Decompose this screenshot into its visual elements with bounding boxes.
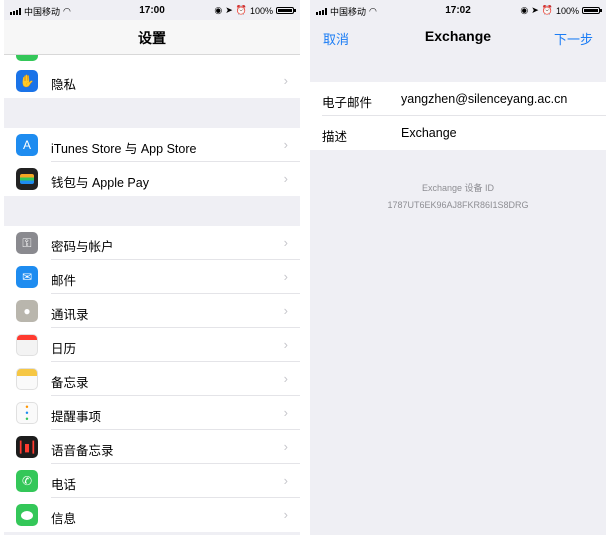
app-store-icon: A [16, 134, 38, 156]
chevron-right-icon: › [283, 137, 288, 152]
chevron-right-icon: › [283, 337, 288, 352]
item-label: 隐私 [51, 78, 77, 92]
settings-item-calendar[interactable]: 日历 › [4, 328, 300, 362]
wallet-icon [16, 168, 38, 190]
app-icon [16, 55, 38, 61]
settings-item-phone[interactable]: ✆ 电话 › [4, 464, 300, 498]
exchange-screen: 中国移动 ◠ 17:02 ◉ ➤ ⏰ 100% 取消 Exchange 下一步 … [310, 0, 606, 535]
email-value[interactable]: yangzhen@silenceyang.ac.cn [401, 92, 567, 106]
voice-memos-icon: ┃▮┃ [16, 436, 38, 458]
description-field[interactable]: 描述 Exchange [310, 116, 606, 150]
settings-item-contacts[interactable]: ● 通讯录 › [4, 294, 300, 328]
settings-item-mail[interactable]: ✉ 邮件 › [4, 260, 300, 294]
item-label: 信息 [51, 512, 77, 526]
item-label: iTunes Store 与 App Store [51, 142, 197, 156]
location-icon: ➤ [225, 5, 233, 15]
item-label: 密码与帐户 [51, 240, 114, 254]
reminders-icon: • • • [16, 402, 38, 424]
settings-item-voice-memos[interactable]: ┃▮┃ 语音备忘录 › [4, 430, 300, 464]
status-bar: 中国移动 ◠ 17:00 ◉ ➤ ⏰ 100% [4, 0, 300, 20]
chevron-right-icon: › [283, 507, 288, 522]
chevron-right-icon: › [283, 269, 288, 284]
chevron-right-icon: › [283, 473, 288, 488]
chevron-right-icon: › [283, 405, 288, 420]
description-value[interactable]: Exchange [401, 126, 457, 140]
key-icon: ⚿ [16, 232, 38, 254]
next-button[interactable]: 下一步 [554, 29, 593, 48]
alarm-icon: ⏰ [541, 5, 553, 15]
settings-item-messages[interactable]: 信息 › [4, 498, 300, 532]
contacts-icon: ● [16, 300, 38, 322]
item-label: 日历 [51, 342, 77, 356]
nav-bar: 设置 [4, 20, 300, 55]
item-label: 电话 [51, 478, 77, 492]
item-label: 备忘录 [51, 376, 89, 390]
chevron-right-icon: › [283, 73, 288, 88]
settings-item-wallet[interactable]: 钱包与 Apple Pay › [4, 162, 300, 196]
item-label: 钱包与 Apple Pay [51, 176, 149, 190]
mail-icon: ✉ [16, 266, 38, 288]
battery-percent: 100% [249, 5, 273, 16]
status-bar: 中国移动 ◠ 17:02 ◉ ➤ ⏰ 100% [310, 0, 606, 20]
notes-icon [16, 368, 38, 390]
messages-icon [16, 504, 38, 526]
battery-icon [276, 7, 296, 14]
chevron-right-icon: › [283, 303, 288, 318]
calendar-icon [16, 334, 38, 356]
list-item-partial [4, 55, 300, 64]
email-label: 电子邮件 [322, 96, 373, 110]
item-label: 邮件 [51, 274, 77, 288]
device-id-value: 1787UT6EK96AJ8FKR86I1S8DRG [387, 200, 529, 210]
item-label: 语音备忘录 [51, 444, 114, 458]
nav-bar: 取消 Exchange 下一步 [310, 20, 606, 54]
chevron-right-icon: › [283, 235, 288, 250]
settings-screen: 中国移动 ◠ 17:00 ◉ ➤ ⏰ 100% 设置 ✋ 隐私 › A iTun… [4, 0, 300, 535]
rotation-lock-icon: ◉ [520, 5, 529, 15]
chevron-right-icon: › [283, 171, 288, 186]
page-title: 设置 [138, 30, 166, 46]
alarm-icon: ⏰ [235, 5, 247, 15]
battery-icon [582, 7, 602, 14]
settings-item-privacy[interactable]: ✋ 隐私 › [4, 64, 300, 98]
email-field[interactable]: 电子邮件 yangzhen@silenceyang.ac.cn [310, 82, 606, 116]
settings-item-itunes-app-store[interactable]: A iTunes Store 与 App Store › [4, 128, 300, 162]
settings-item-passwords-accounts[interactable]: ⚿ 密码与帐户 › [4, 226, 300, 260]
phone-icon: ✆ [16, 470, 38, 492]
chevron-right-icon: › [283, 439, 288, 454]
settings-item-notes[interactable]: 备忘录 › [4, 362, 300, 396]
item-label: 通讯录 [51, 308, 89, 322]
settings-item-reminders[interactable]: • • • 提醒事项 › [4, 396, 300, 430]
hand-icon: ✋ [16, 70, 38, 92]
location-icon: ➤ [531, 5, 539, 15]
chevron-right-icon: › [283, 371, 288, 386]
battery-percent: 100% [555, 5, 579, 16]
rotation-lock-icon: ◉ [214, 5, 223, 15]
device-id-label: Exchange 设备 ID [421, 183, 495, 193]
item-label: 提醒事项 [51, 410, 102, 424]
description-label: 描述 [322, 130, 348, 144]
